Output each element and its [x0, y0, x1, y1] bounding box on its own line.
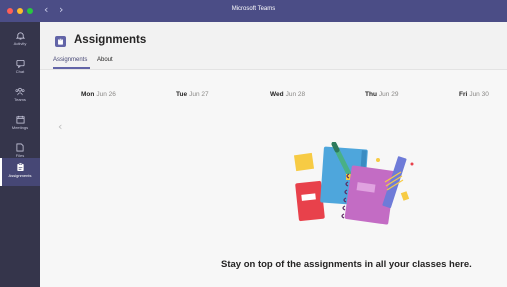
teams-window: ‹ › Microsoft Teams Activity Chat Teams …	[0, 0, 507, 287]
day-date: Jun 30	[469, 91, 489, 98]
chat-icon	[15, 59, 25, 68]
rail-label-assignments: Assignments	[8, 173, 32, 178]
rail-item-chat[interactable]: Chat	[0, 55, 40, 83]
empty-state-message: Stay on top of the assignments in all yo…	[221, 259, 472, 270]
day-header-tue: Tue Jun 27	[176, 91, 209, 98]
window-title: Microsoft Teams	[231, 6, 276, 12]
day-header-thu: Thu Jun 29	[365, 91, 398, 98]
rail-label-chat: Chat	[15, 69, 25, 74]
app-header: Assignments Assignments About	[40, 22, 507, 70]
rail-item-assignments[interactable]: Assignments	[0, 158, 40, 186]
day-header-fri: Fri Jun 30	[459, 91, 489, 98]
day-name: Wed	[270, 91, 284, 98]
day-date: Jun 29	[378, 91, 399, 98]
active-indicator	[0, 158, 2, 186]
calendar-icon	[15, 115, 25, 124]
rail-label-teams: Teams	[14, 97, 26, 102]
day-header-mon: Mon Jun 26	[81, 91, 116, 98]
main-content: Mon Jun 26 Tue Jun 27 Wed Jun 28 Thu Jun 29 …	[40, 70, 507, 287]
day-name: Thu	[365, 91, 377, 98]
bell-icon	[15, 32, 25, 40]
app-rail: Activity Chat Teams Meetings Files Assig…	[0, 22, 40, 287]
day-date: Jun 27	[189, 91, 209, 98]
active-tab-underline	[53, 67, 90, 69]
previous-week-arrow-icon[interactable]: ‹	[58, 120, 62, 133]
title-bar: ‹ › Microsoft Teams	[0, 0, 507, 22]
day-date: Jun 28	[285, 91, 306, 98]
teams-icon	[15, 87, 25, 96]
tab-about[interactable]: About	[97, 57, 113, 63]
day-name: Mon	[81, 91, 95, 98]
page-title: Assignments	[74, 34, 147, 46]
rail-item-meetings[interactable]: Meetings	[0, 111, 40, 139]
day-header-wed: Wed Jun 28	[270, 91, 305, 98]
day-name: Tue	[176, 91, 188, 98]
clipboard-icon	[58, 38, 63, 45]
day-date: Jun 26	[96, 91, 116, 98]
rail-item-activity[interactable]: Activity	[0, 27, 40, 55]
rail-label-activity: Activity	[13, 41, 27, 46]
rail-label-meetings: Meetings	[11, 125, 29, 130]
assignments-app-icon	[55, 36, 66, 47]
school-supplies-illustration	[293, 142, 414, 225]
file-icon	[16, 143, 24, 152]
day-name: Fri	[459, 91, 468, 98]
tab-assignments[interactable]: Assignments	[53, 57, 87, 63]
rail-item-teams[interactable]: Teams	[0, 83, 40, 111]
assignments-icon	[16, 162, 24, 172]
